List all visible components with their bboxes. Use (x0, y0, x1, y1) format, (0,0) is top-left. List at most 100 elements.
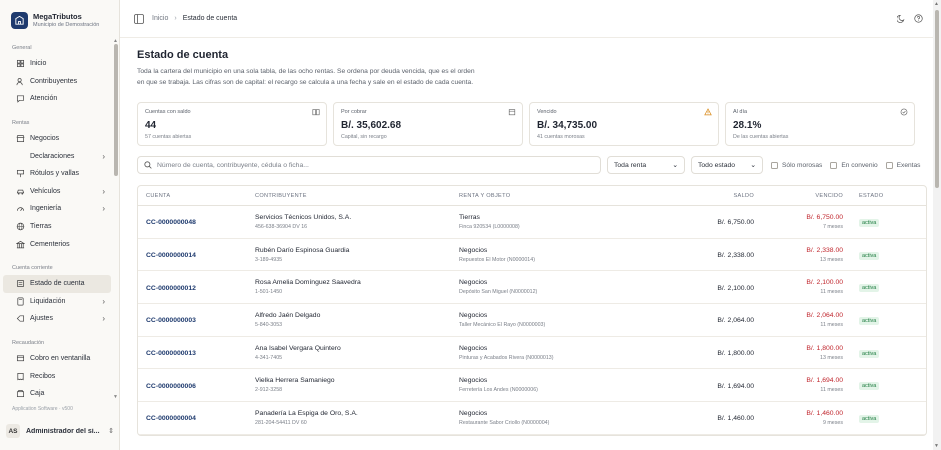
header-saldo[interactable]: SALDO (649, 193, 754, 199)
search-input[interactable] (157, 161, 594, 169)
taxpayer-name: Alfredo Jaén Delgado (255, 311, 321, 319)
sidebar-item-label: Vehículos (30, 187, 61, 195)
brand-name: MegaTributos (33, 12, 82, 21)
top-bar: Inicio › Estado de cuenta (120, 0, 941, 38)
card-label: Vencido (537, 109, 557, 115)
sidebar-item-label: Cobro en ventanilla (30, 355, 91, 363)
sidebar-item-inicio[interactable]: Inicio (3, 55, 111, 73)
sidebar-item-contribuyentes[interactable]: Contribuyentes (3, 73, 111, 91)
renta-type: Negocios (459, 279, 488, 287)
sidebar-item-recibos[interactable]: Recibos (3, 367, 111, 385)
status-badge: activa (859, 414, 880, 423)
table-row[interactable]: CC-0000000004 Panadería La Espiga de Oro,… (138, 402, 926, 435)
account-link[interactable]: CC-0000000003 (146, 317, 196, 324)
card-value: B/. 35,602.68 (341, 120, 402, 131)
account-link[interactable]: CC-0000000004 (146, 415, 196, 422)
header-estado[interactable]: ESTADO (843, 193, 923, 199)
sidebar-item-label: Caja (30, 390, 45, 398)
header-vencido[interactable]: VENCIDO (754, 193, 843, 199)
sidebar-item-vehiculos[interactable]: Vehículos › (3, 183, 111, 201)
account-link[interactable]: CC-0000000013 (146, 350, 196, 357)
search-icon (144, 161, 152, 169)
sidebar-item-caja[interactable]: Caja (3, 385, 111, 400)
header-contribuyente[interactable]: CONTRIBUYENTE (255, 193, 459, 199)
vencido-months: 11 meses (820, 387, 843, 394)
user-name: Administrador del si... (26, 427, 100, 435)
vencido-value: B/. 1,460.00 (806, 409, 843, 417)
account-link[interactable]: CC-0000000012 (146, 285, 196, 292)
sidebar-scroll-thumb[interactable] (114, 44, 118, 176)
sidebar-item-negocios[interactable]: Negocios (3, 130, 111, 148)
vencido-value: B/. 2,338.00 (806, 246, 843, 254)
scroll-up-icon[interactable]: ▲ (934, 1, 939, 7)
vencido-value: B/. 2,100.00 (806, 279, 843, 287)
renta-object: Taller Mecánico El Rayo (N0000003) (459, 321, 546, 328)
page-scroll-thumb[interactable] (935, 10, 939, 188)
sidebar-item-cobro-en-ventanilla[interactable]: Cobro en ventanilla (3, 350, 111, 368)
user-menu[interactable]: AS Administrador del si... ⇕ (6, 422, 114, 440)
card-label: Al día (733, 109, 748, 115)
scroll-down-icon[interactable]: ▼ (934, 443, 939, 449)
help-icon[interactable] (914, 14, 923, 23)
globe-icon (15, 222, 25, 232)
checkbox[interactable] (830, 161, 838, 169)
filter-solo-morosas[interactable]: Sólo morosas (771, 161, 822, 169)
header-renta[interactable]: RENTA Y OBJETO (459, 193, 649, 199)
saldo-value: B/. 1,694.00 (717, 382, 754, 390)
sidebar-item-tierras[interactable]: Tierras (3, 218, 111, 236)
sidebar-item-ajustes[interactable]: Ajustes › (3, 310, 111, 328)
account-link[interactable]: CC-0000000006 (146, 383, 196, 390)
sign-icon (15, 169, 25, 179)
renta-type: Negocios (459, 409, 488, 417)
sidebar-item-cementerios[interactable]: Cementerios (3, 235, 111, 253)
calendar-icon (508, 109, 516, 116)
sidebar-item-rotulos-y-vallas[interactable]: Rótulos y vallas (3, 165, 111, 183)
table-row[interactable]: CC-0000000012 Rosa Amelia Domínguez Saave… (138, 271, 926, 305)
sidebar-item-declaraciones[interactable]: Declaraciones › (3, 147, 111, 165)
saldo-value: B/. 2,100.00 (717, 284, 754, 292)
page-title: Estado de cuenta (137, 49, 229, 61)
vencido-months: 13 meses (820, 354, 843, 361)
breadcrumb-separator: › (174, 15, 177, 22)
checkbox[interactable] (771, 161, 778, 169)
sidebar-item-atencion[interactable]: Atención (3, 90, 111, 108)
sidebar-item-label: Recibos (30, 372, 56, 380)
table-row[interactable]: CC-0000000048 Servicios Técnicos Unidos, … (138, 206, 926, 239)
sidebar-scroll-down-icon[interactable]: ▼ (113, 394, 118, 400)
page-scrollbar[interactable]: ▲ ▼ (933, 0, 941, 450)
sidebar-item-label: Declaraciones (30, 152, 75, 160)
gauge-icon (15, 204, 25, 214)
vencido-months: 7 meses (822, 223, 843, 230)
chevron-down-icon: ⌄ (672, 162, 678, 169)
moon-icon[interactable] (897, 14, 906, 23)
table-row[interactable]: CC-0000000013 Ana Isabel Vergara Quintero… (138, 337, 926, 370)
brand[interactable]: MegaTributos Municipio de Demostración (0, 0, 119, 36)
taxpayer-name: Servicios Técnicos Unidos, S.A. (255, 213, 352, 221)
sidebar-item-liquidacion[interactable]: Liquidación › (3, 293, 111, 311)
account-link[interactable]: CC-0000000048 (146, 219, 196, 226)
account-link[interactable]: CC-0000000014 (146, 252, 196, 259)
sidebar-item-estado-de-cuenta[interactable]: Estado de cuenta (3, 274, 111, 293)
sidebar-scroll-up-icon[interactable]: ▲ (113, 38, 118, 44)
filter-en-convenio[interactable]: En convenio (830, 161, 878, 169)
sidebar-toggle-icon[interactable] (134, 13, 144, 24)
search-box[interactable] (137, 156, 601, 174)
table-row[interactable]: CC-0000000006 Vielka Herrera Samaniego 2-9… (138, 369, 926, 403)
nav-group-label: Recaudación (12, 339, 45, 346)
filter-exentas[interactable]: Exentas (885, 161, 920, 169)
header-cuenta[interactable]: CUENTA (138, 193, 255, 199)
sidebar-item-ingenieria[interactable]: Ingeniería › (3, 200, 111, 218)
saldo-value: B/. 6,750.00 (717, 219, 754, 227)
renta-select[interactable]: Toda renta ⌄ (607, 156, 685, 174)
estado-select[interactable]: Todo estado ⌄ (691, 156, 763, 174)
taxpayer-id: 4-341-7405 (255, 354, 283, 361)
taxpayer-name: Panadería La Espiga de Oro, S.A. (255, 409, 358, 417)
breadcrumb-home[interactable]: Inicio (152, 15, 168, 22)
checkbox[interactable] (885, 161, 893, 169)
card-subtext: 41 cuentas morosas (537, 134, 585, 140)
saldo-value: B/. 1,460.00 (717, 415, 754, 423)
card-subtext: Capital, sin recargo (341, 134, 387, 140)
table-row[interactable]: CC-0000000003 Alfredo Jaén Delgado 5-840-3… (138, 304, 926, 337)
filter-bar: Toda renta ⌄ Todo estado ⌄ Sólo morosas … (137, 156, 927, 174)
table-row[interactable]: CC-0000000014 Rubén Darío Espinosa Guardi… (138, 239, 926, 272)
